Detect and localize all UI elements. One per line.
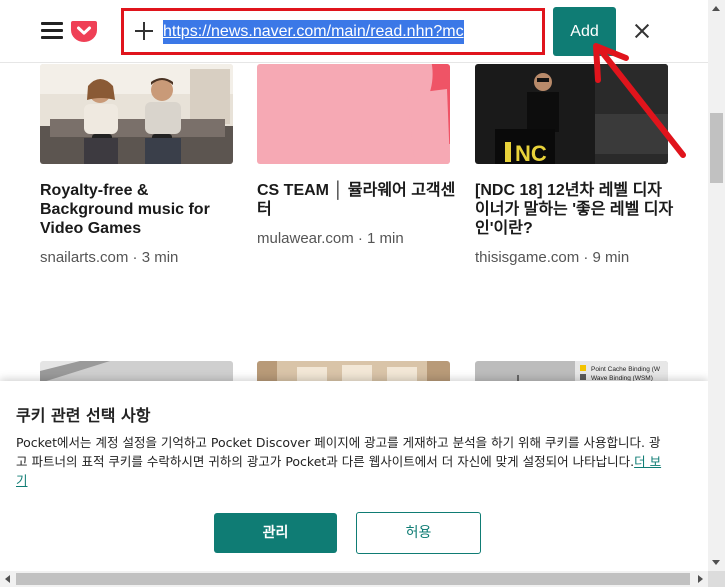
- hamburger-menu-icon[interactable]: [41, 22, 63, 40]
- add-button[interactable]: Add: [553, 7, 616, 56]
- article-title[interactable]: Royalty-free & Background music for Vide…: [40, 181, 240, 238]
- svg-text:NC: NC: [515, 141, 547, 164]
- pocket-logo-icon[interactable]: [71, 19, 97, 43]
- allow-button[interactable]: 허용: [356, 512, 481, 554]
- url-input[interactable]: https://news.naver.com/main/read.nhn?mc: [163, 17, 483, 46]
- article-thumbnail[interactable]: [257, 361, 450, 383]
- close-icon[interactable]: [631, 20, 653, 42]
- article-meta: thisisgame.com · 9 min: [475, 249, 630, 266]
- article-meta: snailarts.com · 3 min: [40, 249, 179, 266]
- scroll-up-arrow-icon[interactable]: [708, 0, 725, 17]
- cookie-consent-dialog: 쿠키 관련 선택 사항 Pocket에서는 계정 설정을 기억하고 Pocket…: [0, 381, 708, 571]
- vertical-scrollbar[interactable]: [708, 0, 725, 571]
- manage-button[interactable]: 관리: [214, 513, 337, 553]
- url-input-value[interactable]: https://news.naver.com/main/read.nhn?mc: [163, 20, 464, 44]
- scrollbar-corner: [708, 571, 725, 587]
- article-meta: mulawear.com · 1 min: [257, 230, 404, 247]
- article-thumbnail[interactable]: [257, 64, 450, 164]
- add-url-box: https://news.naver.com/main/read.nhn?mc: [121, 8, 545, 55]
- plus-icon: [135, 22, 153, 40]
- scroll-right-arrow-icon[interactable]: [692, 571, 708, 587]
- scroll-down-arrow-icon[interactable]: [708, 554, 725, 571]
- article-thumbnail[interactable]: Point Cache Binding (W Wave Binding (WSM…: [475, 361, 668, 383]
- article-title[interactable]: CS TEAM │ 뮬라웨어 고객센터: [257, 181, 457, 219]
- article-thumbnail[interactable]: [40, 64, 233, 164]
- thumb-caption-line1: Point Cache Binding (W: [591, 366, 661, 373]
- cookie-dialog-title: 쿠키 관련 선택 사항: [16, 406, 151, 425]
- article-title[interactable]: [NDC 18] 12년차 레벨 디자이너가 말하는 '좋은 레벨 디자인'이란…: [475, 181, 675, 238]
- cookie-body-text: Pocket에서는 계정 설정을 기억하고 Pocket Discover 페이…: [16, 435, 661, 469]
- article-thumbnail[interactable]: NC: [475, 64, 668, 164]
- horizontal-scroll-thumb[interactable]: [16, 573, 690, 585]
- top-bar: https://news.naver.com/main/read.nhn?mc …: [0, 0, 708, 63]
- article-thumbnail[interactable]: [40, 361, 233, 383]
- vertical-scroll-thumb[interactable]: [710, 113, 723, 183]
- horizontal-scrollbar[interactable]: [0, 571, 725, 587]
- cookie-dialog-text: Pocket에서는 계정 설정을 기억하고 Pocket Discover 페이…: [16, 433, 666, 490]
- scroll-left-arrow-icon[interactable]: [0, 571, 16, 587]
